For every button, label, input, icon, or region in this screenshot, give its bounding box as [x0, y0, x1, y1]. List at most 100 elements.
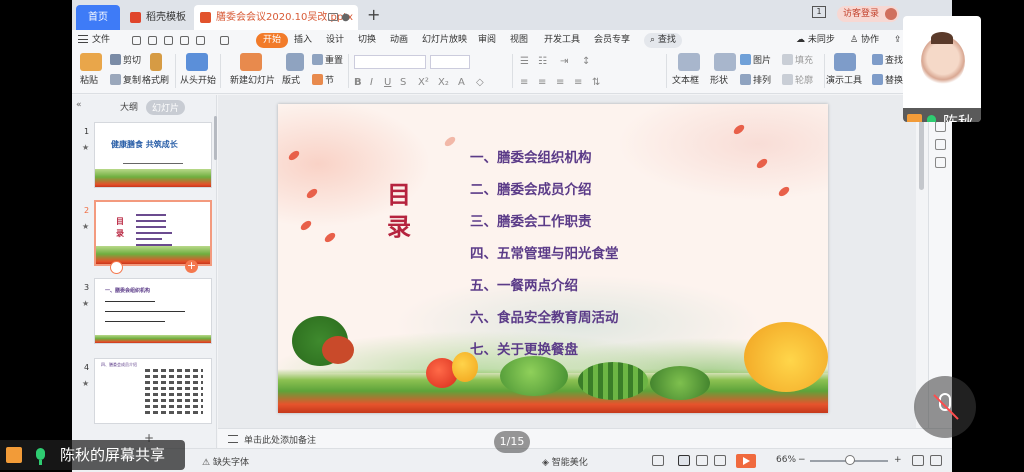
missing-fonts-button[interactable]: ⚠ 缺失字体: [202, 455, 249, 468]
copy-tool-icon[interactable]: [935, 157, 946, 168]
layout-icon[interactable]: [286, 53, 304, 71]
paste-button[interactable]: 粘贴: [80, 74, 98, 88]
menu-insert[interactable]: 插入: [294, 33, 312, 48]
font-size-select[interactable]: [430, 55, 470, 69]
pin-tool-icon[interactable]: [935, 139, 946, 150]
notes-bar[interactable]: 单击此处添加备注: [218, 428, 952, 448]
toc-item-3[interactable]: 三、膳委会工作职责: [470, 210, 592, 230]
print-icon[interactable]: [164, 36, 173, 45]
number-list-icon[interactable]: ☷: [538, 56, 547, 67]
save-icon[interactable]: [132, 36, 141, 45]
font-color-icon[interactable]: A: [458, 77, 465, 88]
zoom-out-icon[interactable]: −: [798, 455, 806, 465]
fit-window-icon[interactable]: [912, 455, 924, 466]
text-direction-icon[interactable]: ⇅: [592, 77, 600, 88]
toc-item-4[interactable]: 四、五常管理与阳光食堂: [470, 242, 619, 262]
smart-beautify-button[interactable]: ◈ 智能美化: [542, 455, 588, 468]
textbox-button[interactable]: 文本框: [672, 74, 699, 88]
slide-title[interactable]: 目录: [387, 179, 411, 243]
subscript-icon[interactable]: X₂: [438, 77, 449, 88]
clear-format-icon[interactable]: ◇: [476, 77, 484, 88]
outline-button[interactable]: 轮廓: [782, 74, 813, 88]
play-from-start-icon[interactable]: [186, 53, 208, 71]
presentation-tools-button[interactable]: 演示工具: [826, 74, 862, 88]
slide-thumbnail-3[interactable]: 一、膳委会组织机构: [94, 278, 212, 344]
mute-button[interactable]: [914, 376, 976, 438]
copy-button[interactable]: 复制: [110, 74, 141, 88]
menu-review[interactable]: 审阅: [478, 33, 496, 48]
font-name-select[interactable]: [354, 55, 426, 69]
cut-button[interactable]: 剪切: [110, 54, 141, 68]
add-slide-icon[interactable]: +: [185, 260, 198, 273]
tab-home[interactable]: 首页: [76, 5, 120, 30]
fullscreen-icon[interactable]: [930, 455, 942, 466]
align-right-icon[interactable]: ≡: [556, 77, 564, 88]
menu-transition[interactable]: 切换: [358, 33, 376, 48]
arrange-button[interactable]: 排列: [740, 74, 771, 88]
collapse-pane-icon[interactable]: «: [76, 100, 82, 110]
sorter-view-icon[interactable]: [696, 455, 708, 466]
new-slide-icon[interactable]: [240, 53, 262, 71]
zoom-slider-knob[interactable]: [845, 455, 855, 465]
participant-video[interactable]: 陈秋: [903, 16, 981, 122]
presentation-tools-icon[interactable]: [834, 53, 856, 71]
collab-button[interactable]: ♙ 协作: [850, 33, 879, 48]
format-painter-icon[interactable]: [150, 53, 162, 71]
toc-item-1[interactable]: 一、膳委会组织机构: [470, 146, 592, 166]
shape-tool-icon[interactable]: [935, 121, 946, 132]
notes-placeholder[interactable]: 单击此处添加备注: [244, 433, 316, 446]
strikethrough-icon[interactable]: S: [400, 77, 406, 88]
section-button[interactable]: 节: [312, 74, 334, 88]
notes-toggle-icon[interactable]: [652, 455, 664, 466]
menu-file[interactable]: 文件: [92, 33, 110, 48]
zoom-level[interactable]: 66%: [776, 455, 796, 465]
tab-template[interactable]: 稻壳模板: [124, 5, 192, 30]
shape-button[interactable]: 形状: [710, 74, 728, 88]
italic-icon[interactable]: I: [370, 77, 373, 88]
align-left-icon[interactable]: ≡: [520, 77, 528, 88]
superscript-icon[interactable]: X²: [418, 77, 429, 88]
picture-button[interactable]: 图片: [740, 54, 771, 68]
current-slide[interactable]: 目录 一、膳委会组织机构 二、膳委会成员介绍 三、膳委会工作职责 四、五常管理与…: [278, 104, 828, 413]
preview-icon[interactable]: [180, 36, 189, 45]
menu-slideshow[interactable]: 幻灯片放映: [422, 33, 467, 48]
reading-view-icon[interactable]: [714, 455, 726, 466]
play-slide-icon[interactable]: [110, 261, 123, 274]
menu-member[interactable]: 会员专享: [594, 33, 630, 48]
bold-icon[interactable]: B: [354, 77, 362, 88]
toc-item-7[interactable]: 七、关于更换餐盘: [470, 338, 578, 358]
close-tab-icon[interactable]: ●: [341, 5, 350, 30]
menu-animation[interactable]: 动画: [390, 33, 408, 48]
indent-icon[interactable]: ⇥: [560, 56, 568, 67]
guest-login-button[interactable]: 访客登录: [837, 6, 900, 22]
new-slide-button[interactable]: 新建幻灯片: [230, 74, 275, 88]
justify-icon[interactable]: ≡: [574, 77, 582, 88]
underline-icon[interactable]: U: [384, 77, 391, 88]
new-tab-button[interactable]: +: [367, 5, 380, 24]
slide-thumbnail-2[interactable]: 目录: [94, 200, 212, 266]
bullet-list-icon[interactable]: ☰: [520, 56, 529, 67]
line-spacing-icon[interactable]: ↕: [582, 56, 590, 67]
toc-item-5[interactable]: 五、一餐两点介绍: [470, 274, 578, 294]
paste-icon[interactable]: [80, 53, 102, 71]
canvas-scrollbar[interactable]: [916, 95, 928, 428]
export-icon[interactable]: [148, 36, 157, 45]
scrollbar-thumb[interactable]: [919, 120, 924, 190]
redo-icon[interactable]: [220, 36, 229, 45]
slideshow-play-button[interactable]: [736, 454, 756, 468]
menu-view[interactable]: 视图: [510, 33, 528, 48]
find-button[interactable]: 查找: [872, 54, 903, 68]
normal-view-icon[interactable]: [678, 455, 690, 466]
toc-item-6[interactable]: 六、食品安全教育周活动: [470, 306, 619, 326]
monitor-icon[interactable]: [328, 13, 338, 21]
zoom-in-icon[interactable]: +: [894, 455, 902, 465]
menu-design[interactable]: 设计: [326, 33, 344, 48]
undo-icon[interactable]: [196, 36, 205, 45]
layout-button[interactable]: 版式: [282, 74, 300, 88]
thumbnail-scrollbar[interactable]: [214, 116, 217, 160]
slide-thumbnail-4[interactable]: 四、膳委会成员介绍: [94, 358, 212, 424]
reset-button[interactable]: 重置: [312, 54, 343, 68]
tab-document[interactable]: 膳委会会议2020.10吴改.pptx ●: [194, 5, 358, 30]
window-count-badge[interactable]: 1: [812, 6, 826, 18]
sync-status[interactable]: ☁ 未同步: [796, 33, 835, 48]
